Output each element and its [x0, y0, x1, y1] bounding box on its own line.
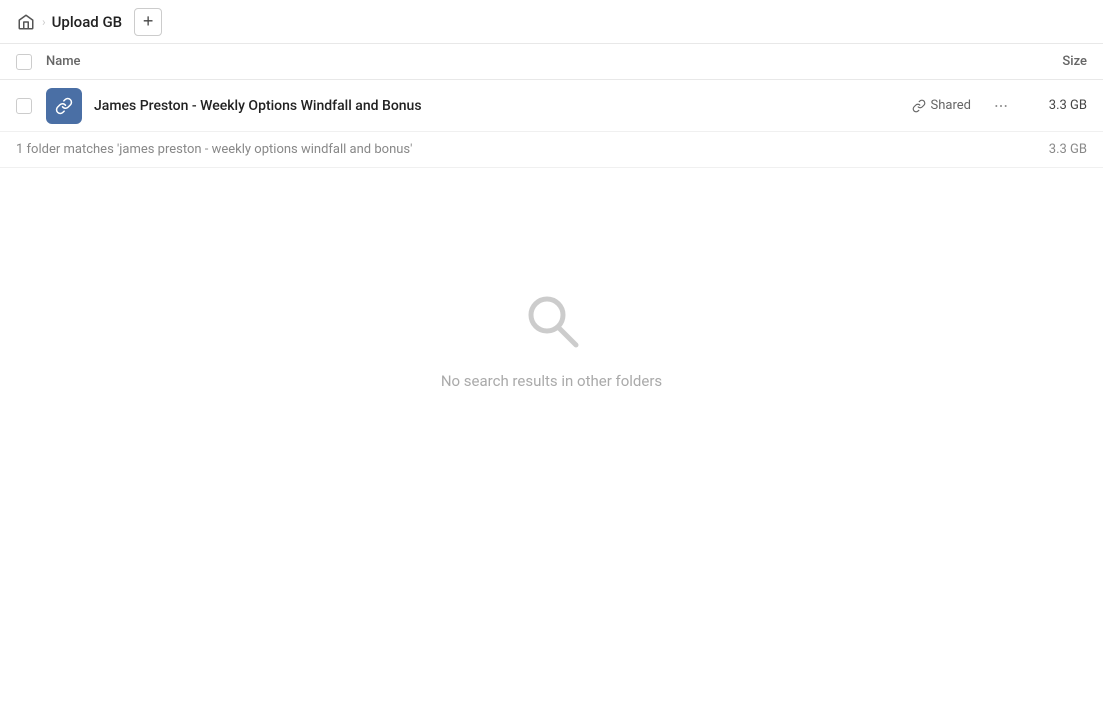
- file-row[interactable]: James Preston - Weekly Options Windfall …: [0, 80, 1103, 132]
- summary-row: 1 folder matches 'james preston - weekly…: [0, 132, 1103, 168]
- shared-label: Shared: [931, 98, 971, 113]
- empty-state-message: No search results in other folders: [441, 372, 662, 390]
- search-empty-icon: [520, 288, 584, 352]
- breadcrumb-title: Upload GB: [52, 13, 123, 31]
- column-header: Name Size: [0, 44, 1103, 80]
- summary-size: 3.3 GB: [1027, 142, 1087, 157]
- select-all-checkbox[interactable]: [16, 54, 32, 70]
- file-icon: [46, 88, 82, 124]
- empty-state: No search results in other folders: [0, 168, 1103, 510]
- file-name: James Preston - Weekly Options Windfall …: [94, 98, 912, 114]
- select-all-checkbox-area: [16, 54, 46, 70]
- more-options-button[interactable]: [987, 92, 1015, 120]
- home-icon[interactable]: [16, 12, 36, 32]
- breadcrumb-separator: ›: [42, 15, 46, 29]
- shared-badge: Shared: [912, 98, 971, 113]
- add-button[interactable]: +: [134, 8, 162, 36]
- file-checkbox-area: [16, 98, 46, 114]
- file-size: 3.3 GB: [1027, 98, 1087, 113]
- file-checkbox[interactable]: [16, 98, 32, 114]
- summary-text: 1 folder matches 'james preston - weekly…: [16, 142, 1027, 157]
- top-bar: › Upload GB +: [0, 0, 1103, 44]
- name-column-header: Name: [46, 54, 1007, 69]
- size-column-header: Size: [1007, 54, 1087, 69]
